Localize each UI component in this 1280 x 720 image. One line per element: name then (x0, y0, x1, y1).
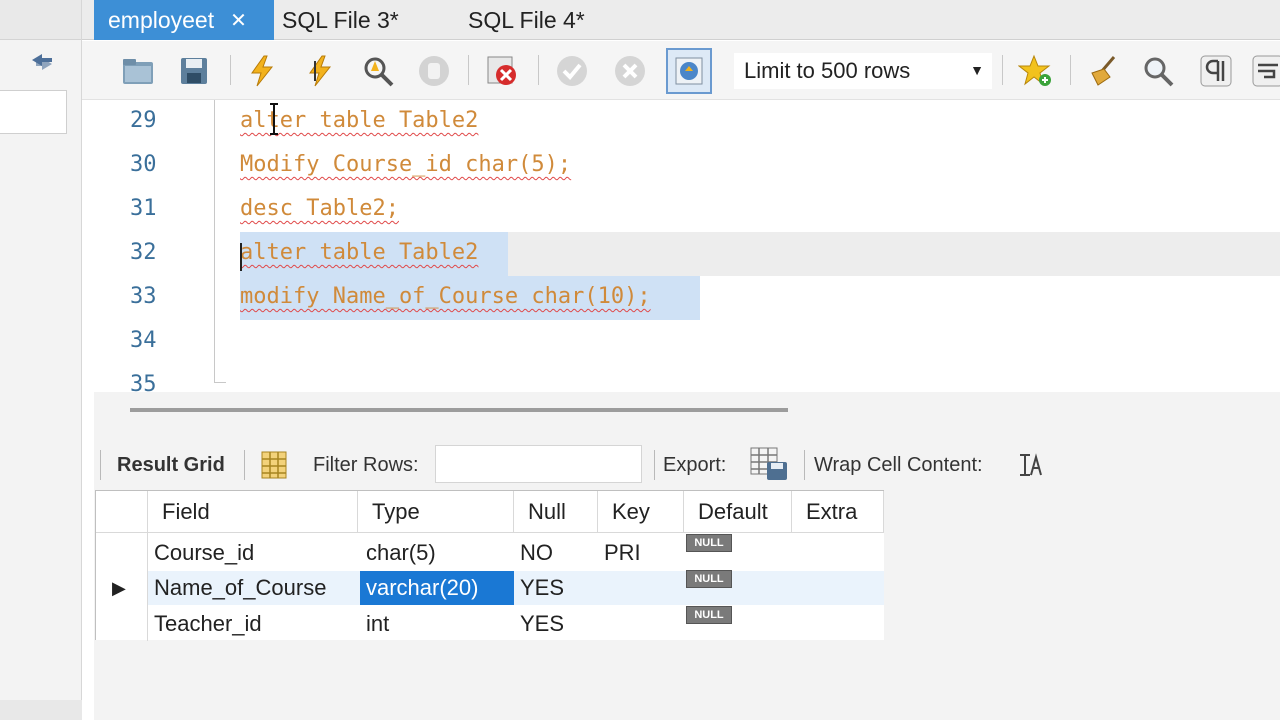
wrap-icon[interactable] (1248, 51, 1280, 91)
wrap-cell-icon[interactable] (1018, 452, 1044, 478)
table-cell[interactable]: int (360, 606, 514, 642)
result-grid-toolbar: Result Grid Filter Rows: Export: Wrap Ce… (94, 440, 1280, 490)
row-header-corner (96, 491, 148, 533)
table-cell[interactable] (598, 606, 684, 642)
table-cell[interactable]: NO (514, 535, 598, 571)
navigator-footer (0, 700, 82, 720)
column-header-type[interactable]: Type (358, 491, 514, 533)
tab-label: employeet (108, 6, 215, 33)
table-cell[interactable] (598, 570, 684, 606)
invisibles-icon[interactable] (1196, 51, 1236, 91)
line-number: 30 (130, 152, 157, 177)
rollback-icon[interactable] (610, 51, 650, 91)
navigator-panel (0, 0, 82, 720)
open-folder-icon[interactable] (118, 51, 158, 91)
find-icon[interactable] (1138, 51, 1178, 91)
toggle-error-icon[interactable] (482, 51, 522, 91)
code-line[interactable]: Modify Course_id char(5); (240, 152, 571, 177)
sql-editor-toolbar: Limit to 500 rows ▼ (82, 41, 1280, 100)
null-badge[interactable]: NULL (686, 606, 732, 624)
wrap-cell-content-label: Wrap Cell Content: (814, 454, 983, 476)
fold-gutter (214, 100, 215, 382)
chevron-down-icon: ▼ (970, 62, 984, 78)
tab-sql-file-3[interactable]: SQL File 3* (268, 0, 448, 40)
ibeam-cursor-icon (270, 103, 278, 135)
execute-icon[interactable] (242, 51, 282, 91)
table-cell[interactable]: char(5) (360, 535, 514, 571)
save-icon[interactable] (174, 51, 214, 91)
line-number: 35 (130, 372, 157, 392)
selected-table-cell[interactable]: varchar(20) (360, 570, 514, 606)
code-line[interactable]: modify Name_of_Course char(10); (240, 284, 651, 309)
refresh-icon[interactable] (28, 50, 56, 74)
code-line[interactable]: alter table Table2 (240, 240, 478, 265)
editor-horizontal-scrollbar[interactable] (130, 408, 788, 412)
tab-employeet[interactable]: employeet ✕ (94, 0, 274, 40)
navigator-header (0, 0, 81, 40)
close-icon[interactable]: ✕ (230, 8, 247, 33)
tab-label: SQL File 3* (282, 6, 399, 33)
broom-icon[interactable] (1082, 51, 1122, 91)
null-badge[interactable]: NULL (686, 534, 732, 552)
navigator-filter-box[interactable] (0, 90, 67, 134)
line-number: 33 (130, 284, 157, 309)
table-cell[interactable]: Course_id (148, 535, 358, 571)
tab-sql-file-4[interactable]: SQL File 4* (454, 0, 634, 40)
tab-bar: employeet ✕ SQL File 3* SQL File 4* (82, 0, 1280, 40)
result-grid-tab[interactable]: Result Grid (117, 454, 225, 477)
null-badge[interactable]: NULL (686, 570, 732, 588)
code-line[interactable]: desc Table2; (240, 196, 399, 221)
column-header-field[interactable]: Field (148, 491, 358, 533)
result-grid: Field Type Null Key Default Extra Course… (95, 490, 884, 642)
row-indicator-icon: ▶ (112, 577, 126, 598)
workbench-window: employeet ✕ SQL File 3* SQL File 4* Limi… (0, 0, 1280, 720)
commit-icon[interactable] (552, 51, 592, 91)
table-cell[interactable]: PRI (598, 535, 684, 571)
table-cell[interactable]: Teacher_id (148, 606, 358, 642)
explain-icon[interactable] (358, 51, 398, 91)
limit-rows-select[interactable]: Limit to 500 rows ▼ (734, 53, 992, 89)
tab-label: SQL File 4* (468, 6, 585, 33)
beautify-star-icon[interactable] (1016, 51, 1056, 91)
export-icon[interactable] (749, 446, 789, 482)
filter-rows-label: Filter Rows: (313, 454, 419, 476)
line-number: 34 (130, 328, 157, 353)
line-number: 31 (130, 196, 157, 221)
table-cell[interactable]: YES (514, 570, 598, 606)
table-cell[interactable]: Name_of_Course (148, 570, 358, 606)
limit-rows-value: Limit to 500 rows (744, 58, 911, 83)
line-number: 32 (130, 240, 157, 265)
sql-editor[interactable]: 29 30 31 32 33 34 35 alter table Table2 … (94, 100, 1280, 392)
export-label: Export: (663, 454, 727, 476)
column-header-default[interactable]: Default (684, 491, 792, 533)
column-header-extra[interactable]: Extra (792, 491, 884, 533)
autocommit-icon[interactable] (666, 48, 712, 94)
filter-rows-input[interactable] (435, 445, 642, 483)
stop-icon[interactable] (414, 51, 454, 91)
column-header-null[interactable]: Null (514, 491, 598, 533)
grid-view-icon[interactable] (260, 450, 288, 480)
line-number: 29 (130, 108, 157, 133)
table-cell[interactable]: YES (514, 606, 598, 642)
execute-current-icon[interactable] (300, 51, 340, 91)
column-header-key[interactable]: Key (598, 491, 684, 533)
text-caret (240, 243, 242, 271)
